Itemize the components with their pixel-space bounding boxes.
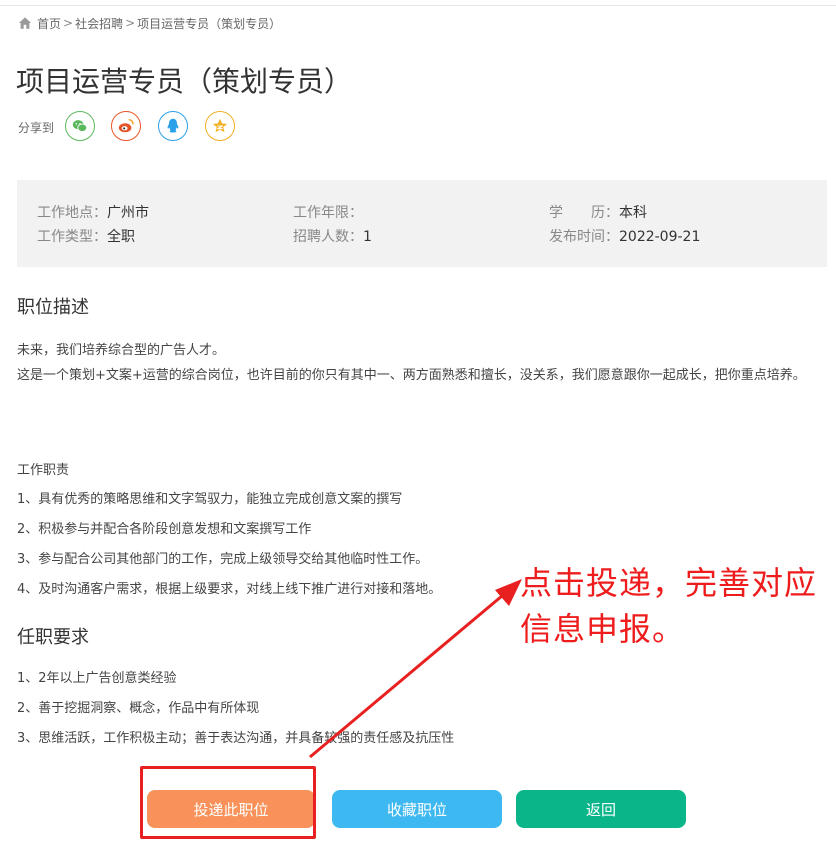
home-icon — [18, 17, 32, 29]
duty-item: 1、具有优秀的策略思维和文字驾驭力，能独立完成创意文案的撰写 — [17, 492, 403, 507]
requirements-heading: 任职要求 — [17, 627, 89, 648]
duty-item: 4、及时沟通客户需求，根据上级要求，对线上线下推广进行对接和落地。 — [17, 582, 442, 597]
duty-item: 2、积极参与并配合各阶段创意发想和文案撰写工作 — [17, 522, 312, 537]
weibo-icon — [118, 118, 134, 133]
qq-icon — [167, 118, 179, 133]
info-education: 学 历：本科 — [549, 205, 647, 221]
breadcrumb-home-link[interactable]: 首页 — [37, 15, 61, 32]
apply-button[interactable]: 投递此职位 — [147, 790, 315, 828]
page-title: 项目运营专员（策划专员） — [16, 65, 353, 98]
info-type: 工作类型：全职 — [37, 229, 135, 245]
breadcrumb-current: 项目运营专员（策划专员） — [137, 16, 282, 31]
info-years: 工作年限： — [293, 205, 363, 221]
duties-heading: 工作职责 — [17, 463, 70, 478]
wechat-icon — [72, 120, 88, 133]
annotation-text: 点击投递，完善对应信息申报。 — [520, 564, 818, 648]
qzone-icon — [212, 118, 228, 133]
breadcrumb-separator: > — [125, 16, 136, 30]
duty-item: 3、参与配合公司其他部门的工作，完成上级领导交给其他临时性工作。 — [17, 552, 429, 567]
description-intro-1: 未来，我们培养综合型的广告人才。 — [17, 343, 226, 358]
favorite-button[interactable]: 收藏职位 — [332, 790, 502, 828]
share-qq-button[interactable] — [158, 111, 188, 141]
requirement-item: 1、2年以上广告创意类经验 — [17, 671, 177, 686]
breadcrumb-recruit-link[interactable]: 社会招聘 — [75, 15, 123, 32]
share-label: 分享到 — [18, 121, 55, 135]
share-wechat-button[interactable] — [65, 111, 95, 141]
info-location: 工作地点：广州市 — [37, 205, 149, 221]
info-count: 招聘人数：1 — [293, 229, 372, 245]
top-divider — [0, 5, 836, 6]
requirement-item: 3、思维活跃，工作积极主动；善于表达沟通，并具备较强的责任感及抗压性 — [17, 731, 455, 746]
breadcrumb: 首页 > 社会招聘 > 项目运营专员（策划专员） — [18, 14, 281, 32]
job-info-panel: 工作地点：广州市 工作年限： 学 历：本科 工作类型：全职 招聘人数：1 发布时… — [17, 180, 827, 267]
share-weibo-button[interactable] — [111, 111, 141, 141]
description-intro-2: 这是一个策划+文案+运营的综合岗位，也许目前的你只有其中一、两方面熟悉和擅长，没… — [17, 368, 806, 383]
requirement-item: 2、善于挖掘洞察、概念，作品中有所体现 — [17, 701, 260, 716]
back-button[interactable]: 返回 — [516, 790, 686, 828]
description-heading: 职位描述 — [17, 297, 89, 318]
breadcrumb-separator: > — [63, 16, 74, 30]
share-qzone-button[interactable] — [205, 111, 235, 141]
info-date: 发布时间：2022-09-21 — [549, 229, 701, 245]
